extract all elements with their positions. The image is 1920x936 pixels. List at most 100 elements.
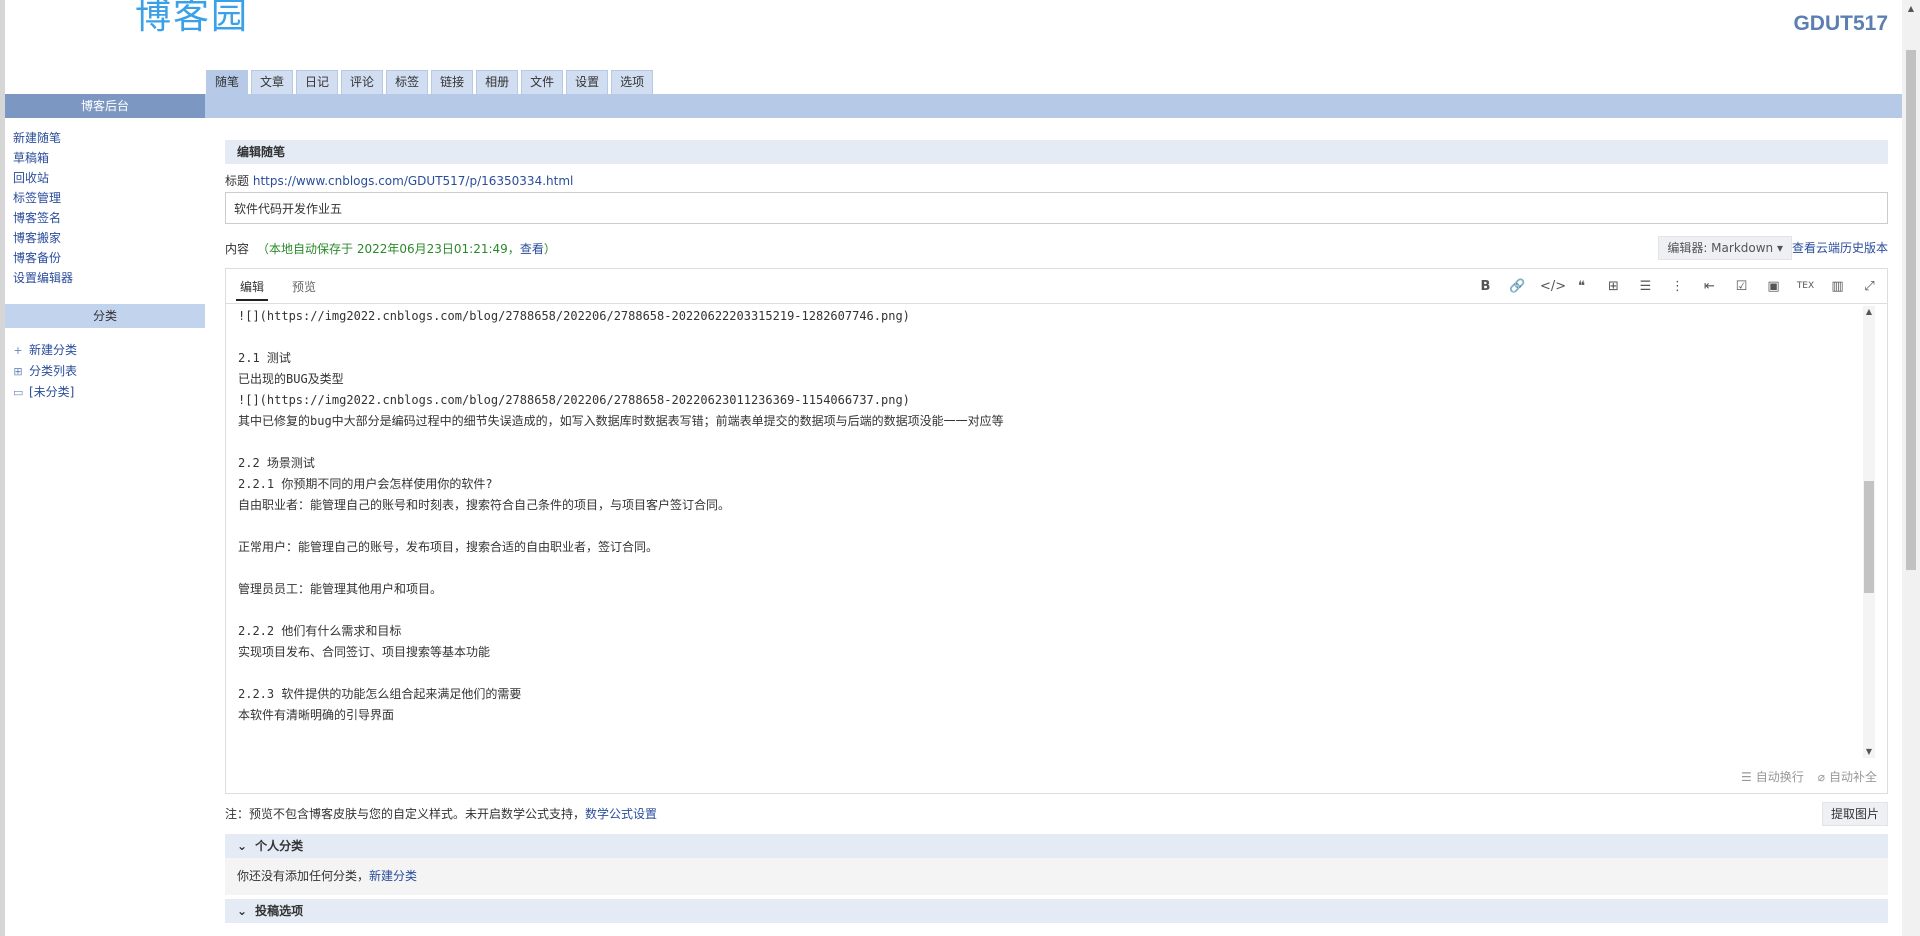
scroll-up-icon[interactable]: ▲ bbox=[1863, 306, 1875, 318]
sidebar-item-blog-backup[interactable]: 博客备份 bbox=[13, 248, 205, 268]
personal-category-bar[interactable]: ⌄ 个人分类 bbox=[225, 834, 1888, 858]
editor-divider bbox=[226, 303, 1887, 304]
content-label-row: 内容 （本地自动保存于 2022年06月23日01:21:49，查看） 编辑器:… bbox=[225, 236, 1888, 260]
username-label[interactable]: GDUT517 bbox=[1793, 12, 1888, 36]
link-icon[interactable]: 🔗 bbox=[1508, 277, 1527, 296]
tab-tags[interactable]: 标签 bbox=[386, 70, 429, 94]
autosave-text: （本地自动保存于 2022年06月23日01:21:49， bbox=[257, 241, 520, 256]
auto-wrap-label: 自动换行 bbox=[1755, 770, 1804, 784]
editor-line: 2.2 场景测试 bbox=[238, 456, 315, 470]
tab-albums[interactable]: 相册 bbox=[476, 70, 519, 94]
tab-diary[interactable]: 日记 bbox=[296, 70, 339, 94]
auto-wrap-toggle[interactable]: ☰ 自动换行 bbox=[1741, 768, 1804, 785]
code-icon[interactable]: </> bbox=[1540, 277, 1566, 296]
category-item-new[interactable]: + 新建分类 bbox=[13, 340, 205, 361]
title-input[interactable] bbox=[225, 192, 1888, 224]
auto-complete-toggle[interactable]: ⌀ 自动补全 bbox=[1818, 768, 1877, 785]
tab-comments[interactable]: 评论 bbox=[341, 70, 384, 94]
fullscreen-icon[interactable]: ⤢ bbox=[1860, 277, 1879, 296]
indent-icon[interactable]: ⇤ bbox=[1700, 277, 1719, 296]
chevron-down-icon: ⌄ bbox=[237, 904, 248, 918]
scroll-up-icon[interactable]: ▲ bbox=[1902, 0, 1920, 17]
editor-line: ![](https://img2022.cnblogs.com/blog/278… bbox=[238, 390, 1861, 411]
quote-icon[interactable]: ❝ bbox=[1572, 277, 1591, 296]
image-url: https://img2022.cnblogs.com/blog/2788658… bbox=[266, 309, 903, 323]
tab-posts[interactable]: 随笔 bbox=[206, 70, 249, 94]
checkbox-icon[interactable]: ☑ bbox=[1732, 277, 1751, 296]
editor-scrollbar[interactable]: ▲ ▼ bbox=[1863, 306, 1875, 758]
bullet-list-icon[interactable]: ☰ bbox=[1636, 277, 1655, 296]
sidebar-item-recycle-bin[interactable]: 回收站 bbox=[13, 168, 205, 188]
category-title: 分类 bbox=[5, 304, 205, 328]
editor-line: 2.2.2 他们有什么需求和目标 bbox=[238, 624, 402, 638]
tab-links[interactable]: 链接 bbox=[431, 70, 474, 94]
editor-tab-preview[interactable]: 预览 bbox=[288, 273, 320, 301]
no-category-text: 你还没有添加任何分类， bbox=[237, 869, 370, 883]
sidebar-item-blog-signature[interactable]: 博客签名 bbox=[13, 208, 205, 228]
table-icon[interactable]: ⊞ bbox=[1604, 277, 1623, 296]
line-prefix: ![]( bbox=[238, 393, 267, 407]
editor-textarea[interactable]: ![](https://img2022.cnblogs.com/blog/278… bbox=[238, 306, 1861, 726]
image-icon[interactable]: ▣ bbox=[1764, 277, 1783, 296]
preview-note: 注：预览不包含博客皮肤与您的自定义样式。未开启数学公式支持， bbox=[225, 807, 586, 821]
tex-icon[interactable]: TEX bbox=[1796, 277, 1815, 296]
site-logo[interactable]: 博客园 bbox=[135, 0, 249, 36]
extract-images-button[interactable]: 提取图片 bbox=[1821, 802, 1888, 826]
auto-complete-label: 自动补全 bbox=[1828, 770, 1877, 784]
editor-toolbar: B 🔗 </> ❝ ⊞ ☰ ⋮ ⇤ ☑ ▣ TEX ▥ ⤢ bbox=[1476, 277, 1879, 296]
sidebar-item-drafts[interactable]: 草稿箱 bbox=[13, 148, 205, 168]
content-label: 内容 bbox=[225, 241, 250, 256]
list-icon: ⊞ bbox=[13, 365, 23, 378]
editor-scroll-thumb[interactable] bbox=[1864, 481, 1874, 593]
wrap-icon: ☰ bbox=[1740, 769, 1752, 784]
bold-icon[interactable]: B bbox=[1476, 277, 1495, 296]
top-nav-tabs: 随笔 文章 日记 评论 标签 链接 相册 文件 设置 选项 bbox=[206, 70, 654, 94]
tab-articles[interactable]: 文章 bbox=[251, 70, 294, 94]
page-scroll-thumb[interactable] bbox=[1906, 50, 1916, 570]
tab-settings[interactable]: 设置 bbox=[566, 70, 609, 94]
numbered-list-icon[interactable]: ⋮ bbox=[1668, 277, 1687, 296]
editor-select[interactable]: 编辑器: Markdown ▾ bbox=[1658, 236, 1792, 260]
sidebar-item-tag-management[interactable]: 标签管理 bbox=[13, 188, 205, 208]
category-item-uncategorized[interactable]: ▭ [未分类] bbox=[13, 382, 205, 403]
editor-line: 2.2.3 软件提供的功能怎么组合起来满足他们的需要 bbox=[238, 687, 522, 701]
editor-tabs: 编辑 预览 bbox=[236, 273, 320, 301]
section-title: 编辑随笔 bbox=[225, 140, 1888, 164]
autosave-view-link[interactable]: 查看 bbox=[520, 242, 544, 256]
page-scrollbar[interactable]: ▲ bbox=[1902, 0, 1920, 936]
columns-icon[interactable]: ▥ bbox=[1828, 277, 1847, 296]
math-settings-link[interactable]: 数学公式设置 bbox=[585, 807, 657, 821]
sidebar-title: 博客后台 bbox=[5, 94, 205, 118]
editor-line: 实现项目发布、合同签订、项目搜索等基本功能 bbox=[238, 645, 491, 659]
sidebar: 博客后台 新建随笔 草稿箱 回收站 标签管理 博客签名 博客搬家 博客备份 设置… bbox=[5, 94, 205, 936]
plus-icon: + bbox=[13, 344, 23, 357]
sidebar-item-editor-settings[interactable]: 设置编辑器 bbox=[13, 268, 205, 288]
tab-files[interactable]: 文件 bbox=[521, 70, 564, 94]
editor-line: 本软件有清晰明确的引导界面 bbox=[238, 708, 395, 722]
preview-note-row: 注：预览不包含博客皮肤与您的自定义样式。未开启数学公式支持，数学公式设置 提取图… bbox=[225, 802, 1888, 826]
line-prefix: ![]( bbox=[238, 309, 267, 323]
markdown-editor: 编辑 预览 B 🔗 </> ❝ ⊞ ☰ ⋮ ⇤ ☑ ▣ TEX ▥ ⤢ ![](https://img2… bbox=[225, 268, 1888, 794]
line-suffix: ) bbox=[902, 309, 910, 323]
sidebar-item-new-post[interactable]: 新建随笔 bbox=[13, 128, 205, 148]
sidebar-item-blog-migration[interactable]: 博客搬家 bbox=[13, 228, 205, 248]
submission-options-bar[interactable]: ⌄ 投稿选项 bbox=[225, 899, 1888, 923]
cloud-history-link[interactable]: 查看云端历史版本 bbox=[1792, 236, 1888, 260]
tab-options[interactable]: 选项 bbox=[611, 70, 654, 94]
personal-category-title: 个人分类 bbox=[255, 839, 304, 853]
category-item-list[interactable]: ⊞ 分类列表 bbox=[13, 361, 205, 382]
scroll-down-icon[interactable]: ▼ bbox=[1863, 746, 1875, 758]
new-category-link[interactable]: 新建分类 bbox=[369, 869, 417, 883]
category-links: + 新建分类 ⊞ 分类列表 ▭ [未分类] bbox=[5, 328, 205, 407]
editor-tab-edit[interactable]: 编辑 bbox=[236, 273, 269, 301]
post-url-link[interactable]: https://www.cnblogs.com/GDUT517/p/163503… bbox=[253, 174, 574, 188]
autosave-suffix: ） bbox=[543, 241, 556, 256]
editor-footer: ☰ 自动换行 ⌀ 自动补全 bbox=[1741, 768, 1877, 785]
main-content: 编辑随笔 标题 https://www.cnblogs.com/GDUT517/… bbox=[225, 140, 1888, 923]
autosave-status: （本地自动保存于 2022年06月23日01:21:49，查看） bbox=[257, 240, 556, 257]
